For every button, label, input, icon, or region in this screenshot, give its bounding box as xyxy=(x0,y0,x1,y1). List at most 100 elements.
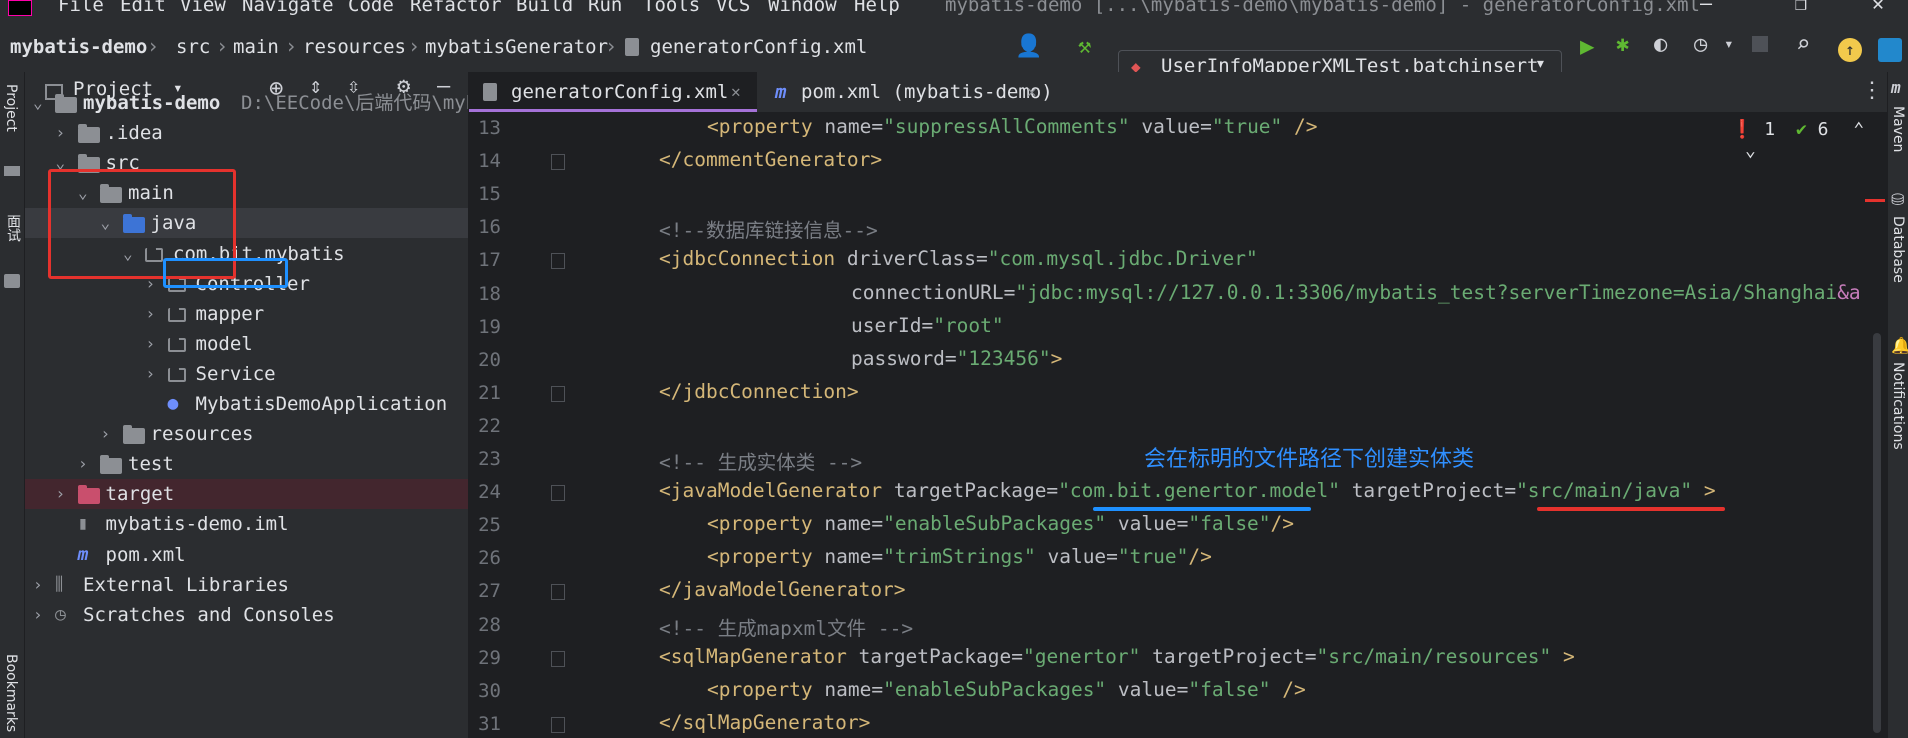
code-token: &a xyxy=(1837,280,1861,304)
tab-generatorconfig[interactable]: generatorConfig.xml ✕ xyxy=(469,72,757,112)
update-icon[interactable]: ↑ xyxy=(1838,38,1862,62)
spring-class-icon: ● xyxy=(167,393,179,414)
menu-view[interactable]: View xyxy=(180,0,226,15)
breadcrumb-src[interactable]: src xyxy=(176,36,210,58)
menu-window[interactable]: Window xyxy=(768,0,837,15)
tree-item[interactable]: ⌄ mybatis-demo D:\EECode\后端代码\myb xyxy=(25,88,468,118)
line-number: 22 xyxy=(478,414,501,437)
line-number: 21 xyxy=(478,381,501,404)
tree-item[interactable]: › ◷ Scratches and Consoles xyxy=(25,600,468,630)
breadcrumb-file[interactable]: generatorConfig.xml xyxy=(650,36,867,58)
chevron-right-icon[interactable]: › xyxy=(146,329,156,359)
breadcrumb-main[interactable]: main xyxy=(233,36,279,58)
debug-icon[interactable]: ✱ xyxy=(1616,32,1629,57)
tree-item-label: test xyxy=(128,453,174,476)
fold-marker-icon[interactable] xyxy=(551,385,565,402)
code-token: "true" xyxy=(1117,545,1189,569)
menu-run[interactable]: Run xyxy=(588,0,622,15)
run-icon[interactable]: ▶ xyxy=(1580,32,1594,60)
menu-refactor[interactable]: Refactor xyxy=(410,0,502,15)
chevron-right-icon[interactable]: › xyxy=(146,299,156,329)
chevron-right-icon[interactable]: › xyxy=(101,419,111,449)
plugin-icon[interactable] xyxy=(4,274,20,288)
maven-tool-button[interactable]: Maven xyxy=(1890,106,1906,152)
close-window-icon[interactable]: ✕ xyxy=(1872,0,1884,13)
chevron-right-icon[interactable]: › xyxy=(146,359,156,389)
fold-marker-icon[interactable] xyxy=(551,253,565,270)
tree-item[interactable]: › Service xyxy=(25,359,468,389)
code-token: name= xyxy=(824,512,884,536)
annotation-highlight-package xyxy=(163,258,288,288)
code-line: <sqlMapGenerator targetPackage="genertor… xyxy=(659,645,1575,668)
notifications-tool-button[interactable]: Notifications xyxy=(1890,362,1906,450)
chevron-right-icon[interactable]: › xyxy=(56,479,66,509)
code-line: password="123456"> xyxy=(851,347,1062,370)
build-hammer-icon[interactable]: ⚒ xyxy=(1078,34,1091,59)
database-icon[interactable]: ⛁ xyxy=(1891,190,1904,209)
menu-file[interactable]: File xyxy=(58,0,104,15)
bookmarks-tool-button[interactable]: Bookmarks xyxy=(3,654,19,732)
editor-tab-bar: generatorConfig.xml ✕ m pom.xml (mybatis… xyxy=(469,72,1887,113)
menu-help[interactable]: Help xyxy=(854,0,900,15)
more-tabs-icon[interactable]: ⋮ xyxy=(1861,78,1883,103)
chevron-right-icon[interactable]: › xyxy=(33,600,43,630)
menu-vcs[interactable]: VCS xyxy=(716,0,750,15)
coverage-icon[interactable]: ◐ xyxy=(1654,32,1667,57)
menu-code[interactable]: Code xyxy=(348,0,394,15)
fold-marker-icon[interactable] xyxy=(551,485,565,502)
tree-item[interactable]: › resources xyxy=(25,419,468,449)
profile-icon[interactable]: ◷ xyxy=(1694,32,1707,57)
restore-icon[interactable]: ❐ xyxy=(1795,0,1807,13)
tree-item[interactable]: ● MybatisDemoApplication xyxy=(25,389,468,419)
bell-icon[interactable]: 🔔 xyxy=(1891,336,1908,355)
minimize-icon[interactable]: — xyxy=(1700,0,1712,13)
prev-highlight-icon[interactable]: ⌃ xyxy=(1853,119,1864,140)
chevron-right-icon[interactable]: › xyxy=(33,570,43,600)
menu-edit[interactable]: Edit xyxy=(120,0,166,15)
close-icon[interactable]: ✕ xyxy=(1027,72,1037,112)
chevron-right-icon[interactable]: › xyxy=(78,449,88,479)
app-logo-icon[interactable] xyxy=(8,0,32,16)
code-token: <property xyxy=(707,115,825,138)
maven-icon[interactable]: m xyxy=(1891,78,1901,97)
fold-marker-icon[interactable] xyxy=(551,650,565,667)
interview-tool-button[interactable]: 面试 xyxy=(3,214,23,242)
tree-item[interactable]: › model xyxy=(25,329,468,359)
next-highlight-icon[interactable]: ⌄ xyxy=(1745,140,1756,161)
editor-scrollbar[interactable] xyxy=(1873,333,1881,733)
tree-item[interactable]: › .idea xyxy=(25,118,468,148)
menu-tools[interactable]: Tools xyxy=(643,0,700,15)
menu-navigate[interactable]: Navigate xyxy=(242,0,334,15)
code-line: <property name="trimStrings" value="true… xyxy=(707,545,1212,568)
breadcrumb-project[interactable]: mybatis-demo xyxy=(10,36,147,58)
code-editor[interactable]: ❗ 1 ✔ 6 ⌃ ⌄ <property name="suppressAllC… xyxy=(601,113,1887,738)
user-icon[interactable]: 👤 xyxy=(1015,34,1042,59)
inspection-widget[interactable]: ❗ 1 ✔ 6 ⌃ ⌄ xyxy=(1731,119,1887,161)
breadcrumb-mybatisgenerator[interactable]: mybatisGenerator xyxy=(425,36,608,58)
tree-item[interactable]: › mapper xyxy=(25,299,468,329)
breadcrumb-resources[interactable]: resources xyxy=(303,36,406,58)
close-icon[interactable]: ✕ xyxy=(731,72,741,112)
database-tool-button[interactable]: Database xyxy=(1890,216,1906,283)
project-tool-button[interactable]: Project xyxy=(3,84,19,132)
fold-marker-icon[interactable] xyxy=(551,154,565,171)
tab-pom-xml[interactable]: m pom.xml (mybatis-demo) ✕ xyxy=(765,72,1057,112)
fold-marker-icon[interactable] xyxy=(551,584,565,601)
tree-item[interactable]: › target xyxy=(25,479,468,510)
fold-marker-icon[interactable] xyxy=(551,716,565,733)
chevron-down-icon[interactable]: ⌄ xyxy=(33,88,43,118)
menu-build[interactable]: Build xyxy=(516,0,573,15)
tree-item-label: External Libraries xyxy=(83,573,289,596)
tree-item[interactable]: › ⫼ External Libraries xyxy=(25,570,468,600)
code-line: <javaModelGenerator targetPackage="com.b… xyxy=(659,479,1716,502)
module-folder-icon xyxy=(55,94,77,113)
tree-item[interactable]: m pom.xml xyxy=(25,540,468,570)
tree-item[interactable]: › test xyxy=(25,449,468,479)
chevron-right-icon[interactable]: › xyxy=(56,118,66,148)
tree-item[interactable]: ▮ mybatis-demo.iml xyxy=(25,509,468,539)
more-run-chevron-icon[interactable]: ▾ xyxy=(1724,34,1734,53)
search-icon[interactable]: ⌕ xyxy=(1796,30,1810,58)
toolbox-logo-icon[interactable] xyxy=(1878,38,1902,62)
stop-icon[interactable] xyxy=(1752,36,1768,52)
project-panel: Project ▾ ⊕ ⇕ ⇳ ⚙ — ⌄ mybatis-demo D:\EECo… xyxy=(25,72,469,738)
